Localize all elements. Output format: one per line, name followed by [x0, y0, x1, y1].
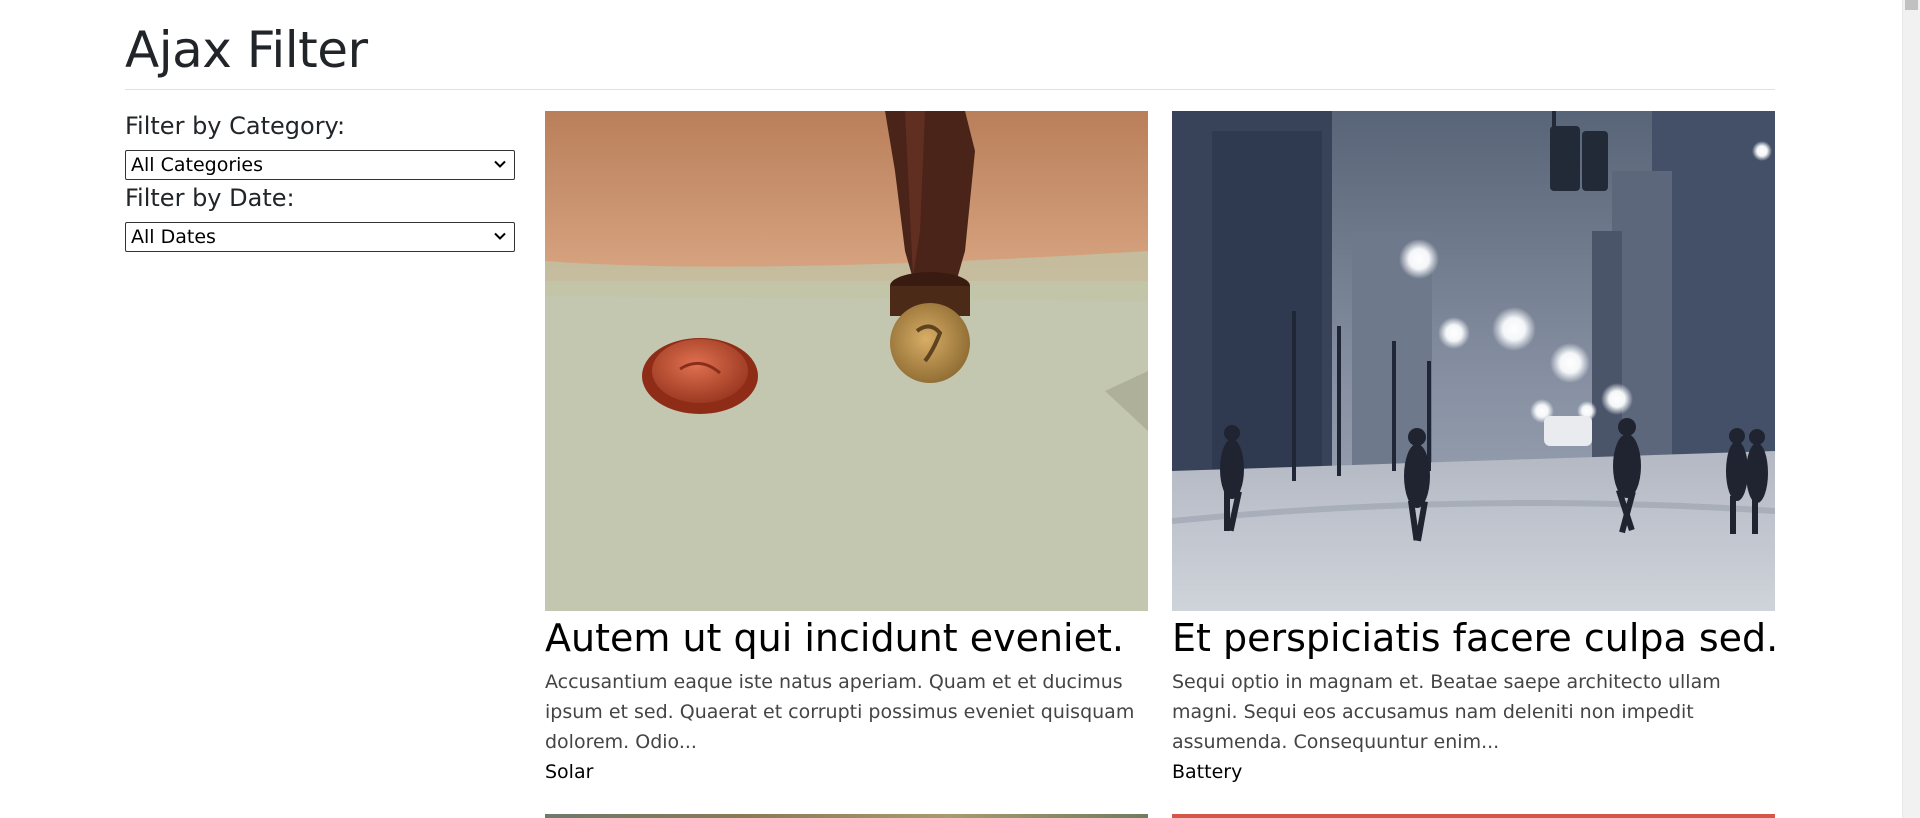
post-card-image-partial[interactable] [545, 814, 1148, 818]
post-image-snowy-street[interactable] [1172, 111, 1775, 611]
page-title: Ajax Filter [125, 21, 368, 79]
post-title[interactable]: Et perspiciatis facere culpa sed. [1172, 615, 1778, 661]
date-select[interactable]: All Dates [125, 222, 515, 252]
post-image-wax-seal[interactable] [545, 111, 1148, 611]
post-card: Et perspiciatis facere culpa sed. Sequi … [1172, 111, 1778, 787]
post-excerpt: Accusantium eaque iste natus aperiam. Qu… [545, 671, 1135, 753]
category-select[interactable]: All Categories [125, 150, 515, 180]
chevron-down-icon [494, 232, 506, 240]
post-title[interactable]: Autem ut qui incidunt eveniet. [545, 615, 1148, 661]
date-select-value: All Dates [131, 226, 216, 248]
scrollbar-thumb[interactable] [1905, 0, 1918, 10]
category-filter-label: Filter by Category: [125, 112, 346, 140]
post-category: Solar [545, 761, 594, 783]
date-filter-label: Filter by Date: [125, 184, 295, 212]
chevron-down-icon [494, 160, 506, 168]
vertical-scrollbar[interactable] [1902, 0, 1920, 818]
filter-sidebar: Filter by Category: All Categories Filte… [125, 110, 515, 254]
post-card: Autem ut qui incidunt eveniet. Accusanti… [545, 111, 1148, 787]
title-divider [125, 89, 1775, 90]
post-excerpt: Sequi optio in magnam et. Beatae saepe a… [1172, 671, 1721, 753]
page: Ajax Filter Filter by Category: All Cate… [0, 0, 1920, 818]
category-select-value: All Categories [131, 154, 264, 176]
post-category: Battery [1172, 761, 1243, 783]
post-card-image-partial[interactable] [1172, 814, 1775, 818]
